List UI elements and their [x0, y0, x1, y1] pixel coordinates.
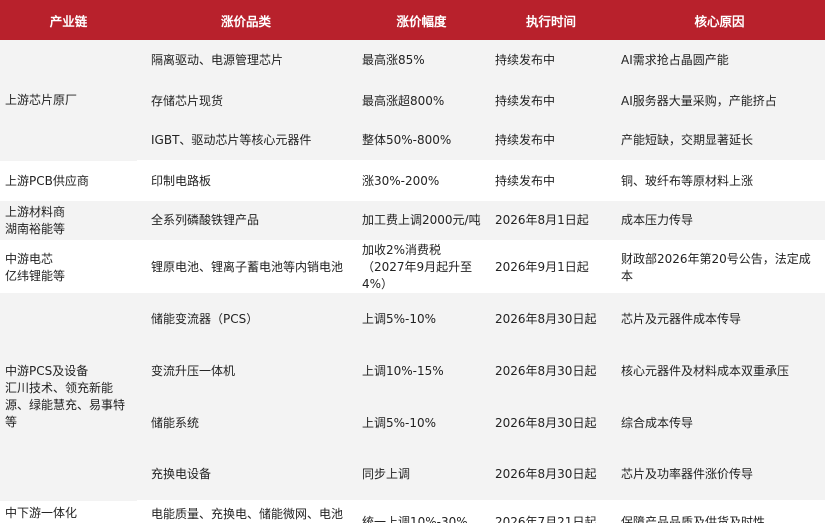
- reason-cell: 产能短缺，交期显著延长: [614, 121, 825, 162]
- reason-cell: 芯片及元器件成本传导: [614, 293, 825, 345]
- category-cell: 存储芯片现货: [137, 81, 355, 121]
- time-cell: 2026年8月30日起: [488, 345, 614, 397]
- reason-cell: 成本压力传导: [614, 201, 825, 242]
- range-cell: 加收2%消费税（2027年9月起升至4%）: [355, 241, 488, 293]
- range-cell: 上调5%-10%: [355, 397, 488, 449]
- reason-cell: 财政部2026年第20号公告，法定成本: [614, 241, 825, 293]
- header-time: 执行时间: [488, 0, 614, 40]
- reason-cell: 铜、玻纤布等原材料上涨: [614, 161, 825, 201]
- time-cell: 持续发布中: [488, 121, 614, 162]
- category-cell: 锂原电池、锂离子蓄电池等内销电池: [137, 241, 355, 293]
- table-row: 上游PCB供应商 印制电路板 涨30%-200% 持续发布中 铜、玻纤布等原材料…: [0, 161, 825, 201]
- table-row: 上游材料商 湖南裕能等 全系列磷酸铁锂产品 加工费上调2000元/吨 2026年8…: [0, 201, 825, 242]
- category-cell: 印制电路板: [137, 161, 355, 201]
- time-cell: 2026年9月1日起: [488, 241, 614, 293]
- header-range: 涨价幅度: [355, 0, 488, 40]
- chain-cell: 中游PCS及设备 汇川技术、领充新能源、绿能慧充、易事特等: [0, 293, 137, 501]
- reason-cell: 综合成本传导: [614, 397, 825, 449]
- range-cell: 最高涨超800%: [355, 81, 488, 121]
- category-cell: 变流升压一体机: [137, 345, 355, 397]
- header-chain: 产业链: [0, 0, 137, 40]
- time-cell: 2026年7月21日起: [488, 501, 614, 523]
- table-row: 中游PCS及设备 汇川技术、领充新能源、绿能慧充、易事特等 储能变流器（PCS） …: [0, 293, 825, 501]
- chain-cell: 上游材料商 湖南裕能等: [0, 201, 137, 242]
- chain-cell: 上游芯片原厂: [0, 40, 137, 161]
- table-row: 中游电芯 亿纬锂能等 锂原电池、锂离子蓄电池等内销电池 加收2%消费税（2027年…: [0, 241, 825, 293]
- chain-cell: 上游PCB供应商: [0, 161, 137, 201]
- reason-cell: AI需求抢占晶圆产能: [614, 40, 825, 81]
- category-cell: 隔离驱动、电源管理芯片: [137, 40, 355, 81]
- range-cell: 最高涨85%: [355, 40, 488, 81]
- chain-cell: 中下游一体化盛弘股份等: [0, 501, 137, 523]
- price-increase-table: 产业链 涨价品类 涨价幅度 执行时间 核心原因 上游芯片原厂 隔离驱动、电源管理…: [0, 0, 825, 523]
- range-cell: 同步上调: [355, 449, 488, 502]
- time-cell: 持续发布中: [488, 40, 614, 81]
- header-reason: 核心原因: [614, 0, 825, 40]
- header-category: 涨价品类: [137, 0, 355, 40]
- time-cell: 2026年8月30日起: [488, 397, 614, 449]
- range-cell: 上调10%-15%: [355, 345, 488, 397]
- range-cell: 加工费上调2000元/吨: [355, 201, 488, 242]
- table-header: 产业链 涨价品类 涨价幅度 执行时间 核心原因: [0, 0, 825, 40]
- category-cell: 电能质量、充换电、储能微网、电池化成与检测、户用储能等全系列: [137, 501, 355, 523]
- time-cell: 2026年8月30日起: [488, 293, 614, 345]
- reason-cell: 芯片及功率器件涨价传导: [614, 449, 825, 502]
- reason-cell: 保障产品品质及供货及时性: [614, 501, 825, 523]
- category-cell: 储能系统: [137, 397, 355, 449]
- range-cell: 统一上调10%-30%: [355, 501, 488, 523]
- category-cell: 全系列磷酸铁锂产品: [137, 201, 355, 242]
- time-cell: 持续发布中: [488, 81, 614, 121]
- table-row: 上游芯片原厂 隔离驱动、电源管理芯片 最高涨85% 持续发布中 AI需求抢占晶圆…: [0, 40, 825, 161]
- category-cell: 充换电设备: [137, 449, 355, 502]
- range-cell: 涨30%-200%: [355, 161, 488, 201]
- reason-cell: AI服务器大量采购，产能挤占: [614, 81, 825, 121]
- range-cell: 整体50%-800%: [355, 121, 488, 162]
- range-cell: 上调5%-10%: [355, 293, 488, 345]
- table-row: 中下游一体化盛弘股份等 电能质量、充换电、储能微网、电池化成与检测、户用储能等全…: [0, 501, 825, 523]
- category-cell: IGBT、驱动芯片等核心元器件: [137, 121, 355, 162]
- chain-cell: 中游电芯 亿纬锂能等: [0, 241, 137, 293]
- category-cell: 储能变流器（PCS）: [137, 293, 355, 345]
- time-cell: 持续发布中: [488, 161, 614, 201]
- time-cell: 2026年8月1日起: [488, 201, 614, 242]
- reason-cell: 核心元器件及材料成本双重承压: [614, 345, 825, 397]
- time-cell: 2026年8月30日起: [488, 449, 614, 502]
